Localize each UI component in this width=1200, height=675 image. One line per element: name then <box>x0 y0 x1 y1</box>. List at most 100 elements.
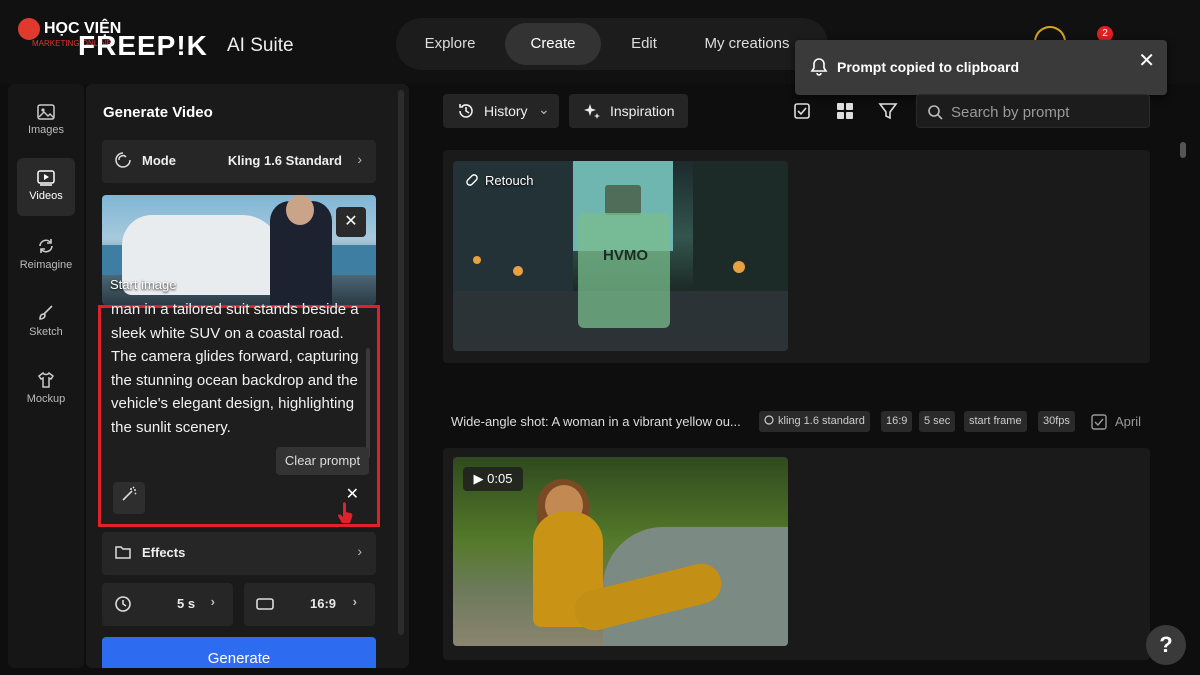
model-tag-label: kling 1.6 standard <box>778 415 865 427</box>
main-scrollbar[interactable] <box>1180 142 1186 158</box>
sidebar-item-label: Reimagine <box>19 259 73 271</box>
start-frame-tag: start frame <box>964 411 1027 432</box>
woman-video-thumbnail[interactable]: ▶ 0:05 <box>453 457 788 646</box>
sidebar-item-mockup[interactable]: Mockup <box>17 359 75 417</box>
magic-wand-button[interactable] <box>113 482 145 514</box>
street-light-shape <box>473 256 481 264</box>
main-nav: Explore Create Edit My creations <box>396 18 828 70</box>
sidebar-item-label: Mockup <box>26 393 66 405</box>
history-button[interactable]: History ⌄ <box>443 94 559 128</box>
video-icon <box>37 170 55 186</box>
sidebar-item-sketch[interactable]: Sketch <box>17 292 75 350</box>
help-button[interactable]: ? <box>1146 625 1186 665</box>
prompt-text[interactable]: man in a tailored suit stands beside a s… <box>111 298 361 439</box>
tab-my-creations[interactable]: My creations <box>692 23 802 65</box>
start-image-caption: Start image <box>110 277 177 292</box>
result-meta-row: Wide-angle shot: A woman in a vibrant ye… <box>451 411 1150 433</box>
retouch-button[interactable]: Retouch <box>465 173 533 188</box>
man-head-shape <box>286 195 314 225</box>
aspect-ratio-value: 16:9 <box>310 596 337 611</box>
brush-icon <box>39 305 53 320</box>
prompt-scrollbar[interactable] <box>366 348 370 458</box>
panel-title: Generate Video <box>103 104 213 121</box>
mode-selector[interactable]: Mode Kling 1.6 Standard › <box>102 140 376 183</box>
magic-wand-icon <box>122 486 137 501</box>
select-checkbox-icon[interactable] <box>791 100 813 122</box>
model-icon <box>764 415 774 425</box>
grid-view-icon[interactable] <box>834 100 856 122</box>
clear-prompt-tooltip: Clear prompt <box>276 447 369 475</box>
mode-icon <box>115 152 131 168</box>
perfume-image[interactable]: HVMO Retouch <box>453 161 788 351</box>
shirt-icon <box>37 371 55 388</box>
effects-selector[interactable]: Effects › <box>102 532 376 575</box>
search-placeholder: Search by prompt <box>951 104 1070 121</box>
result-description[interactable]: Wide-angle shot: A woman in a vibrant ye… <box>451 414 741 429</box>
bottle-cap-shape <box>605 185 641 215</box>
pointer-hand-icon <box>338 502 353 523</box>
bottle-label: HVMO <box>603 247 648 264</box>
inspiration-button[interactable]: Inspiration <box>569 94 688 128</box>
search-icon <box>928 105 943 120</box>
chevron-down-icon: ⌄ <box>538 101 550 117</box>
image-icon <box>37 104 55 120</box>
ratio-tag: 16:9 <box>881 411 913 432</box>
sidebar-item-reimagine[interactable]: Reimagine <box>17 225 75 283</box>
toast-notification: Prompt copied to clipboard ✕ <box>795 40 1167 95</box>
suite-label: AI Suite <box>227 35 294 56</box>
duration-selector[interactable]: 5 s › <box>102 583 233 626</box>
sidebar-item-label: Videos <box>29 190 63 202</box>
inspiration-label: Inspiration <box>610 103 675 119</box>
start-image[interactable]: Start image ✕ <box>102 195 376 305</box>
mode-label: Mode <box>142 153 176 168</box>
toast-message: Prompt copied to clipboard <box>837 59 1020 75</box>
sidebar-item-label: Sketch <box>29 326 63 338</box>
sidebar-item-videos[interactable]: Videos <box>17 158 75 216</box>
chevron-right-icon: › <box>352 594 357 609</box>
refresh-icon <box>39 239 53 253</box>
folder-icon <box>115 546 131 559</box>
filter-icon[interactable] <box>877 100 899 122</box>
clock-icon <box>115 596 131 612</box>
bell-icon <box>810 58 828 76</box>
aspect-ratio-selector[interactable]: 16:9 › <box>244 583 375 626</box>
tab-edit[interactable]: Edit <box>610 23 678 65</box>
tool-sidebar: Images Videos Reimagine Sketch Mockup <box>8 84 84 668</box>
freepik-logo[interactable]: HỌC VIỆN MARKETING ONLINE FREEP!K AI Sui… <box>18 18 298 68</box>
search-input[interactable]: Search by prompt <box>916 94 1150 128</box>
building-shape <box>693 161 788 301</box>
aspect-ratio-icon <box>256 598 274 610</box>
effects-label: Effects <box>142 545 186 560</box>
model-tag: kling 1.6 standard <box>759 411 870 432</box>
generate-button[interactable]: Generate <box>102 637 376 668</box>
street-light-shape <box>733 261 745 273</box>
chevron-right-icon: › <box>357 543 362 559</box>
sparkles-icon <box>584 104 600 119</box>
watermark-logo-icon <box>18 18 40 40</box>
result-date: April <box>1115 414 1142 429</box>
history-label: History <box>484 103 528 119</box>
fps-tag: 30fps <box>1038 411 1075 432</box>
history-icon <box>459 104 473 118</box>
remove-image-close-icon[interactable]: ✕ <box>336 207 366 237</box>
chevron-right-icon: › <box>210 594 215 609</box>
duration-value: 5 s <box>177 596 196 611</box>
sidebar-item-images[interactable]: Images <box>17 92 75 150</box>
tab-explore[interactable]: Explore <box>406 23 494 65</box>
perfume-bottle-shape <box>578 213 670 328</box>
duration-tag: 5 sec <box>919 411 956 432</box>
generate-video-panel: Generate Video Mode Kling 1.6 Standard ›… <box>86 84 409 668</box>
mode-value: Kling 1.6 Standard <box>227 153 342 168</box>
prompt-textarea[interactable]: man in a tailored suit stands beside a s… <box>98 301 380 527</box>
sidebar-item-label: Images <box>27 124 65 136</box>
chevron-right-icon: › <box>357 151 362 167</box>
toast-close-icon[interactable]: ✕ <box>1138 48 1155 73</box>
checkbox-icon[interactable] <box>1091 414 1107 430</box>
retouch-label: Retouch <box>485 173 534 188</box>
brand-name: FREEP!K <box>78 30 208 61</box>
street-light-shape <box>513 266 523 276</box>
panel-scrollbar[interactable] <box>398 90 404 635</box>
video-duration-badge[interactable]: ▶ 0:05 <box>463 467 523 491</box>
tab-create[interactable]: Create <box>505 23 601 65</box>
bandage-icon <box>466 174 478 186</box>
